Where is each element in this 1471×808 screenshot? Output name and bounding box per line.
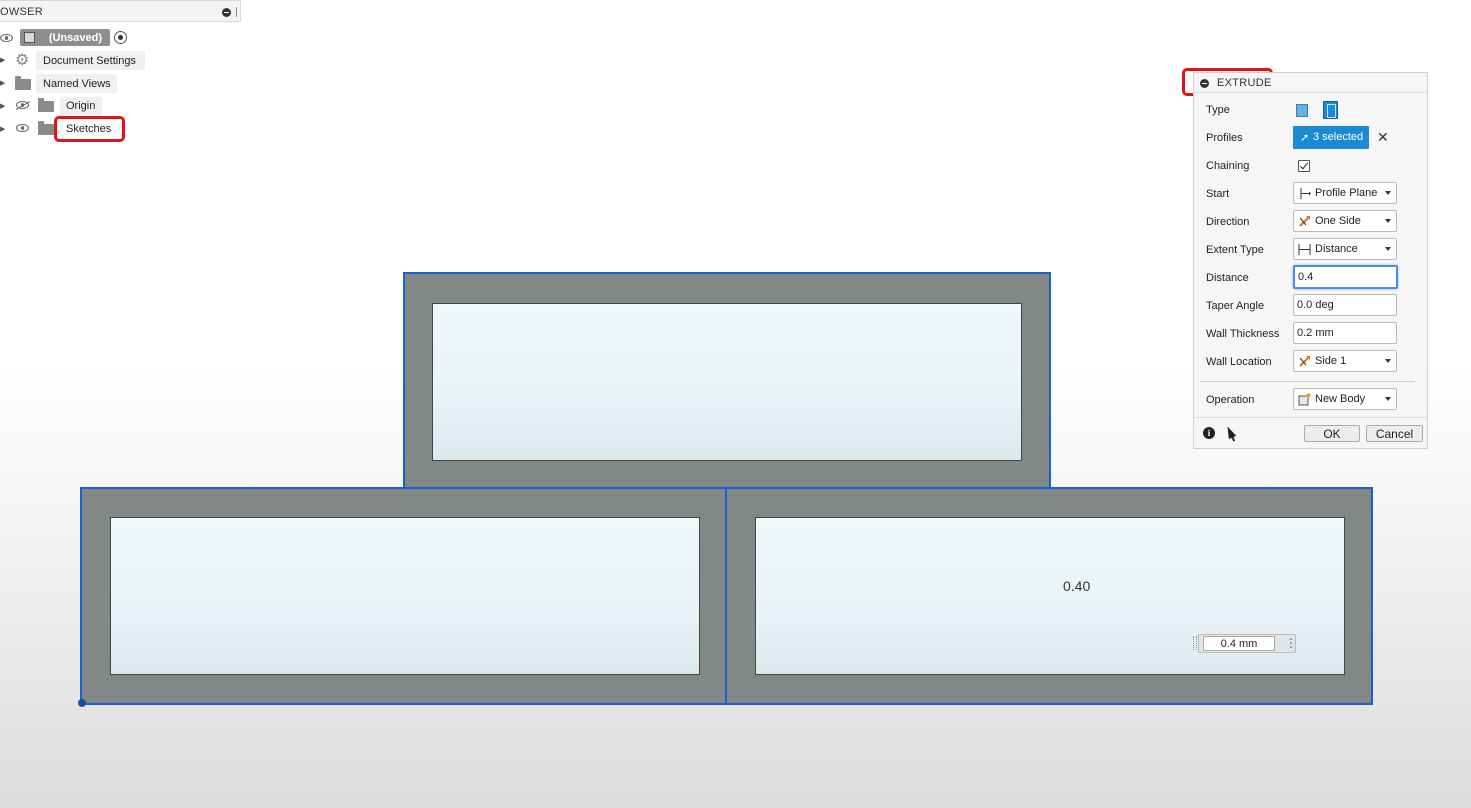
- ok-button[interactable]: OK: [1304, 425, 1360, 442]
- tree-label: Origin: [66, 100, 96, 112]
- profile-plane-icon: [1300, 188, 1311, 199]
- profile-top-inner[interactable]: [432, 303, 1022, 461]
- dialog-title-bar[interactable]: EXTRUDE: [1194, 73, 1427, 93]
- dimension-input[interactable]: 0.4 mm: [1203, 636, 1275, 651]
- extent-type-select[interactable]: Distance: [1293, 238, 1397, 260]
- profiles-select-button[interactable]: ➚ 3 selected: [1293, 126, 1369, 149]
- clear-selection-icon[interactable]: ✕: [1377, 130, 1389, 144]
- chevron-down-icon: [1385, 191, 1391, 195]
- profile-bottom-right[interactable]: [725, 487, 1373, 705]
- dialog-title: EXTRUDE: [1217, 77, 1272, 89]
- wall-location-select[interactable]: Side 1: [1293, 350, 1397, 372]
- footer-divider: [1194, 417, 1427, 418]
- cancel-button[interactable]: Cancel: [1366, 425, 1423, 442]
- operation-label: Operation: [1206, 394, 1255, 406]
- folder-icon: [38, 121, 54, 135]
- taper-angle-value: 0.0 deg: [1297, 299, 1334, 311]
- one-side-icon: [1299, 216, 1310, 227]
- extrude-dialog: EXTRUDE Type Profiles ➚ 3 selected ✕ Cha…: [1193, 72, 1428, 449]
- direction-value: One Side: [1315, 215, 1361, 227]
- panel-divider[interactable]: [236, 7, 237, 17]
- pointer-icon: ➚: [1300, 132, 1310, 144]
- gear-icon: ⚙: [15, 52, 30, 69]
- operation-value: New Body: [1315, 393, 1366, 405]
- folder-icon: [15, 76, 31, 90]
- start-label: Start: [1206, 188, 1230, 200]
- wall-thickness-value: 0.2 mm: [1297, 327, 1334, 339]
- direction-label: Direction: [1206, 216, 1250, 228]
- expand-arrow-icon[interactable]: ▶: [0, 79, 5, 87]
- chevron-down-icon: [1385, 359, 1391, 363]
- drag-grip-icon[interactable]: [1193, 636, 1197, 650]
- distance-input[interactable]: 0.4: [1293, 265, 1398, 289]
- extent-type-value: Distance: [1315, 243, 1358, 255]
- expand-arrow-icon[interactable]: ▶: [0, 56, 5, 64]
- extent-type-label: Extent Type: [1206, 244, 1264, 256]
- tree-label: Document Settings: [43, 55, 136, 67]
- folder-icon: [38, 98, 54, 112]
- document-icon: [24, 32, 35, 43]
- eye-icon[interactable]: [0, 34, 13, 42]
- info-icon[interactable]: i: [1203, 427, 1215, 439]
- chevron-down-icon: [1385, 247, 1391, 251]
- start-select[interactable]: Profile Plane: [1293, 182, 1397, 204]
- start-value: Profile Plane: [1315, 187, 1378, 199]
- side-icon: [1299, 356, 1310, 367]
- taper-angle-label: Taper Angle: [1206, 300, 1265, 312]
- taper-angle-input[interactable]: 0.0 deg: [1293, 294, 1397, 316]
- new-body-icon: [1298, 393, 1311, 406]
- divider: [1200, 381, 1415, 382]
- wall-location-value: Side 1: [1315, 355, 1347, 367]
- collapse-icon[interactable]: [222, 8, 231, 17]
- profile-top[interactable]: [403, 272, 1051, 490]
- collapse-icon[interactable]: [1200, 79, 1209, 88]
- solid-extrude-icon[interactable]: [1296, 104, 1308, 117]
- distance-label: Distance: [1206, 272, 1249, 284]
- origin-point: [78, 699, 86, 707]
- chevron-down-icon: [1385, 219, 1391, 223]
- profiles-value: 3 selected: [1313, 131, 1364, 143]
- eye-hidden-icon[interactable]: [16, 101, 29, 109]
- expand-arrow-icon[interactable]: ▶: [0, 125, 5, 133]
- thin-extrude-icon[interactable]: [1323, 101, 1338, 119]
- chaining-label: Chaining: [1206, 160, 1250, 172]
- wall-location-label: Wall Location: [1206, 356, 1272, 368]
- distance-icon: [1298, 244, 1311, 255]
- operation-select[interactable]: New Body: [1293, 388, 1397, 410]
- profiles-label: Profiles: [1206, 132, 1243, 144]
- browser-title: OWSER: [0, 6, 44, 18]
- dimension-label: 0.40: [1063, 578, 1091, 594]
- dimension-input-widget: 0.4 mm ⋮: [1198, 634, 1297, 653]
- distance-value: 0.4: [1298, 271, 1314, 283]
- expand-arrow-icon[interactable]: ▶: [0, 102, 5, 110]
- profile-bottom-left[interactable]: [80, 487, 728, 705]
- activate-radio-icon[interactable]: [114, 31, 127, 44]
- direction-select[interactable]: One Side: [1293, 210, 1397, 232]
- more-options-icon[interactable]: ⋮: [1285, 637, 1297, 650]
- tree-label: Sketches: [66, 123, 112, 135]
- wall-thickness-input[interactable]: 0.2 mm: [1293, 322, 1397, 344]
- browser-header: OWSER: [0, 0, 241, 22]
- chaining-checkbox[interactable]: [1298, 160, 1310, 172]
- profile-bottom-left-inner[interactable]: [110, 517, 700, 675]
- tree-label: Named Views: [43, 78, 111, 90]
- eye-icon[interactable]: [16, 124, 29, 132]
- chevron-down-icon: [1385, 397, 1391, 401]
- type-label: Type: [1206, 104, 1230, 116]
- wall-thickness-label: Wall Thickness: [1206, 328, 1280, 340]
